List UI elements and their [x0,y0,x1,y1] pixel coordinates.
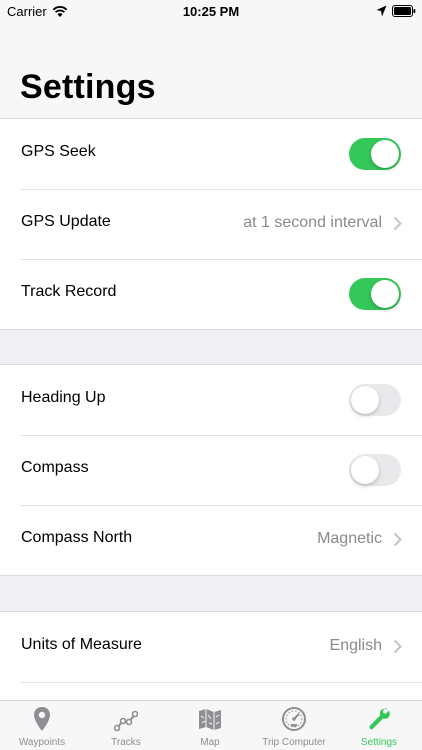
setting-label: Heading Up [21,389,106,406]
setting-row-gps-seek[interactable]: GPS Seek [0,119,422,189]
setting-label: Units of Measure [21,636,142,653]
toggle-knob [371,280,399,308]
tab-trip-computer[interactable]: Trip Computer [252,701,336,750]
tab-tracks[interactable]: Tracks [84,701,168,750]
page-title: Settings [20,68,156,106]
toggle-knob [371,140,399,168]
battery-icon [392,5,416,17]
track-icon [114,710,138,732]
navigation-header: Settings [0,24,422,119]
setting-label: Compass [21,459,89,476]
setting-row-track-record[interactable]: Track Record [0,259,422,329]
toggle-knob [351,386,379,414]
tab-label: Map [200,737,220,748]
clock: 10:25 PM [182,4,240,19]
settings-group-gps: GPS Seek GPS Update at 1 second interval… [0,118,422,330]
setting-value: English [329,637,382,654]
wrench-icon [369,707,390,730]
tab-label: Settings [360,737,398,748]
track-record-toggle[interactable] [349,278,401,310]
compass-toggle[interactable] [349,454,401,486]
map-pin-icon [34,707,50,731]
status-bar: Carrier 10:25 PM [0,0,422,24]
chevron-right-icon [393,639,402,654]
setting-row-heading-up[interactable]: Heading Up [0,365,422,435]
heading-up-toggle[interactable] [349,384,401,416]
settings-group-units: Units of Measure English [0,611,422,711]
setting-row-compass-north[interactable]: Compass North Magnetic [0,505,422,575]
settings-group-heading: Heading Up Compass Compass North Magneti… [0,364,422,576]
setting-value: Magnetic [317,530,382,547]
setting-row-compass[interactable]: Compass [0,435,422,505]
location-arrow-icon [376,5,387,17]
setting-label: Compass North [21,529,133,546]
map-icon [199,709,221,730]
tab-label: Trip Computer [262,737,326,748]
setting-row-units[interactable]: Units of Measure English [0,612,422,682]
speedometer-icon [282,707,306,731]
setting-label: Track Record [21,283,117,300]
tab-settings[interactable]: Settings [337,701,421,750]
chevron-right-icon [393,216,402,231]
setting-label: GPS Update [21,213,111,230]
tab-bar: Waypoints Tracks Map Trip Computer Setti… [0,700,422,750]
tab-waypoints[interactable]: Waypoints [0,701,84,750]
toggle-knob [351,456,379,484]
setting-value: at 1 second interval [243,214,382,231]
tab-label: Tracks [111,737,141,748]
gps-seek-toggle[interactable] [349,138,401,170]
setting-label: GPS Seek [21,143,96,160]
tab-map[interactable]: Map [168,701,252,750]
chevron-right-icon [393,532,402,547]
setting-row-gps-update[interactable]: GPS Update at 1 second interval [0,189,422,259]
tab-label: Waypoints [18,737,66,748]
